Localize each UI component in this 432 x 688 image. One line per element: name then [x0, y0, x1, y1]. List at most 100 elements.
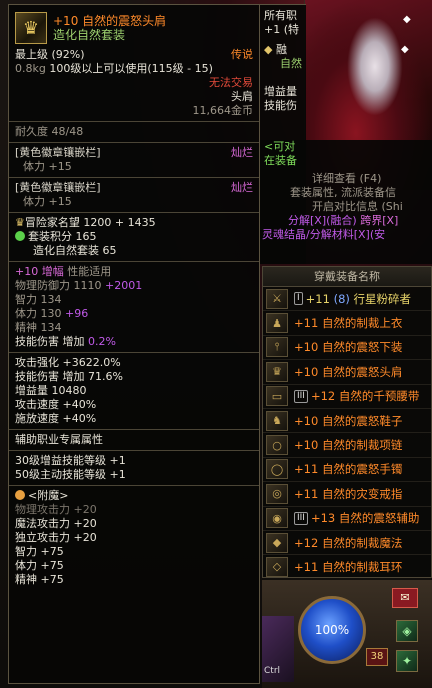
item-set-name: 造化自然套装: [53, 28, 126, 42]
equip-item-label: 自然的灾变戒指: [321, 486, 403, 501]
divider: [9, 177, 259, 178]
divider: [9, 429, 259, 430]
bracelet-icon: ◯: [266, 459, 288, 480]
equip-item-level: +11: [294, 316, 319, 331]
divider: [9, 142, 259, 143]
phys-def-bonus: +2001: [105, 279, 143, 292]
shoulder-armor-icon: ♛: [15, 12, 47, 44]
weapon-icon: ⚔: [266, 288, 288, 309]
divider: [9, 121, 259, 122]
set-points-icon: [15, 231, 25, 241]
socket-1-stat: 体力 +15: [23, 160, 72, 173]
equip-row[interactable]: ○ +10 自然的制裁项链: [263, 433, 431, 458]
comparison-tooltip-bottom: <可对 在装备 详细查看 (F4) 套装属性, 流派装备信 开启对比信息 (Sh…: [260, 140, 432, 264]
amplify-row: +10 增幅 性能适用: [15, 265, 253, 279]
adventure-fame: 冒险家名望 1200 + 1435: [24, 216, 156, 229]
skill-dmg-value: 0.2%: [88, 335, 116, 348]
enchant-line-1: 物理攻击力 +20: [15, 503, 97, 516]
support-header: 辅助职业专属属性: [15, 433, 103, 446]
equip-item-label: 自然的制裁上衣: [321, 316, 403, 331]
item-level-req: 100级以上可以使用(115级 - 15): [49, 62, 213, 75]
enchant-line-6: 精神 +75: [15, 573, 64, 586]
skill-slot-icon-2[interactable]: ✦: [396, 650, 418, 672]
equip-item-level: +10: [294, 364, 319, 379]
enchant-line-5: 体力 +75: [15, 559, 64, 572]
item-header: ♛ +10 自然的震怒头肩 造化自然套装: [15, 8, 253, 48]
amplify-label: +10 增幅: [15, 265, 64, 278]
amplify-note: 性能适用: [67, 265, 112, 278]
equip-tier-badge: III: [294, 511, 308, 525]
shoulder-armor-icon: ♛: [266, 361, 288, 382]
mid-line-8: 在装备: [264, 154, 297, 167]
equip-item-label: 自然的制裁耳环: [321, 559, 403, 574]
socket-2-grade: 灿烂: [231, 181, 253, 194]
enchant-title: <附魔>: [28, 489, 69, 502]
socket-2-name: [黄色徽章镶嵌栏]: [15, 181, 101, 194]
mid-line-6: 技能伤: [264, 99, 297, 112]
equip-item-name: +11 自然的制裁上衣: [294, 315, 402, 331]
phys-def-row: 物理防御力 1110 +2001: [15, 279, 253, 293]
item-name: +10 自然的震怒头肩: [53, 14, 167, 28]
equip-item-label: 自然的震怒头肩: [321, 364, 403, 379]
item-grade-pct: (92%): [51, 48, 85, 61]
equip-row[interactable]: ⫯ +10 自然的震怒下装: [263, 336, 431, 361]
equip-row[interactable]: ♛ +10 自然的震怒头肩: [263, 360, 431, 385]
socket-2: [黄色徽章镶嵌栏] 灿烂: [15, 181, 253, 195]
player-level: 38: [366, 648, 388, 666]
equip-item-name: +11 自然的灾变戒指: [294, 486, 402, 502]
equip-item-level: +10: [294, 340, 319, 355]
skill-dmg-2: 技能伤害 增加 71.6%: [15, 370, 123, 383]
skill-dmg-row: 技能伤害 增加 0.2%: [15, 335, 253, 349]
item-slot: 头肩: [231, 90, 253, 103]
socket-1-grade: 灿烂: [231, 146, 253, 159]
equip-row[interactable]: ▭ III +12 自然的千预腰带: [263, 385, 431, 409]
stat-vit-bonus: +96: [65, 307, 89, 320]
equip-row[interactable]: ⚔ I +11 (8) 行星粉碎者: [263, 287, 431, 312]
equip-item-level: +11: [305, 291, 330, 306]
slot-row: 头肩: [15, 90, 253, 104]
equip-row[interactable]: ◉ III +13 自然的震怒辅助: [263, 507, 431, 531]
mid-line-12: 分解[X](融合) 跨界[X]: [288, 214, 399, 227]
equip-row[interactable]: ♞ +10 自然的震怒鞋子: [263, 409, 431, 434]
divider: [9, 485, 259, 486]
equip-item-label: 自然的震怒下装: [321, 340, 403, 355]
equip-row[interactable]: ♟ +11 自然的制裁上衣: [263, 311, 431, 336]
trade-row: 无法交易: [15, 76, 253, 90]
equip-item-label: 自然的震怒辅助: [338, 511, 420, 526]
equip-row[interactable]: ◇ +11 自然的制裁耳环: [263, 555, 431, 577]
equip-panel-title: 穿戴装备名称: [263, 267, 431, 287]
item-trade: 无法交易: [209, 76, 253, 89]
atk-boost: 攻击强化 +3622.0%: [15, 356, 121, 369]
skill-slot-icon[interactable]: ◈: [396, 620, 418, 642]
mid-line-11: 开启对比信息 (Shi: [312, 200, 403, 213]
fame-icon: ♛: [15, 216, 25, 229]
item-weight: 0.8kg: [15, 62, 46, 75]
equip-item-name: +11 自然的制裁耳环: [294, 559, 402, 575]
equip-item-level: +10: [294, 438, 319, 453]
gift-icon[interactable]: ✉: [392, 588, 418, 608]
mp-orb: 100%: [298, 596, 366, 664]
divider: [9, 352, 259, 353]
equip-item-name: +10 自然的震怒鞋子: [294, 413, 402, 429]
enchant-line-2: 魔法攻击力 +20: [15, 517, 97, 530]
support-line-1: 30级增益技能等级 +1: [15, 454, 126, 467]
equip-row[interactable]: ◆ +12 自然的制裁魔法: [263, 531, 431, 556]
equip-item-name: +10 自然的震怒下装: [294, 339, 402, 355]
bottom-armor-icon: ⫯: [266, 337, 288, 358]
equip-item-extra: (8): [333, 291, 350, 306]
equip-row[interactable]: ◎ +11 自然的灾变戒指: [263, 482, 431, 507]
item-grade: 最上级: [15, 48, 48, 61]
weight-row: 0.8kg 100级以上可以使用(115级 - 15): [15, 62, 253, 76]
equip-item-label: 自然的震怒手镯: [321, 462, 403, 477]
equip-tier-badge: III: [294, 389, 308, 403]
skill-dmg-label: 技能伤害 增加: [15, 335, 85, 348]
stat-int: 智力 134: [15, 293, 62, 306]
divider: [9, 450, 259, 451]
set-points: 套装积分 165: [28, 230, 97, 243]
equip-item-label: 自然的制裁项链: [321, 438, 403, 453]
divider: [9, 212, 259, 213]
set-points-sub: 造化自然套装 65: [33, 244, 117, 257]
equip-row[interactable]: ◯ +11 自然的震怒手镯: [263, 458, 431, 483]
art-logo-mark: ◆: [403, 14, 411, 25]
equip-item-level: +12: [294, 535, 319, 550]
